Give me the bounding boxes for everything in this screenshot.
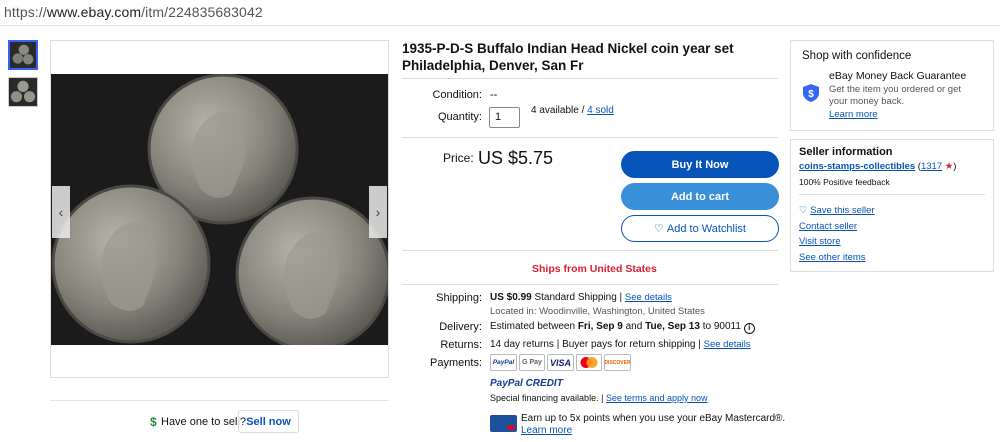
save-seller-link[interactable]: Save this seller (810, 205, 874, 216)
mastercard-card-icon (490, 415, 517, 432)
thumbnail-1[interactable] (8, 40, 38, 70)
seller-name-row: coins-stamps-collectibles (1317 ★) (799, 161, 957, 172)
info-icon[interactable]: i (743, 323, 755, 334)
visa-icon: VISA (547, 354, 574, 371)
divider (402, 78, 778, 79)
payments-label: Payments: (430, 357, 482, 369)
divider (402, 284, 778, 285)
previous-image-button[interactable]: ‹ (52, 186, 70, 238)
mastercard-icon (576, 354, 602, 371)
shield-icon: $ (803, 84, 819, 102)
contact-seller-link[interactable]: Contact seller (799, 221, 857, 232)
confidence-heading: Shop with confidence (802, 50, 912, 62)
mastercard-offer: Earn up to 5x points when you use your e… (521, 413, 786, 424)
sold-link[interactable]: 4 sold (587, 105, 614, 116)
guarantee-text: Get the item you ordered or get your mon… (829, 84, 962, 107)
divider (799, 194, 985, 195)
svg-text:$: $ (808, 89, 814, 100)
add-to-cart-button[interactable]: Add to cart (621, 183, 779, 210)
visit-store-link[interactable]: Visit store (799, 236, 841, 247)
confidence-learn-more[interactable]: Learn more (829, 109, 878, 120)
delivery-value: Estimated between Fri, Sep 9 and Tue, Se… (490, 321, 755, 334)
divider (402, 250, 778, 251)
positive-feedback: 100% Positive feedback (799, 177, 890, 187)
shipping-value: US $0.99 Standard Shipping | See details (490, 292, 672, 303)
mastercard-learn-more[interactable]: Learn more (521, 425, 572, 436)
seller-heading: Seller information (799, 146, 893, 158)
save-seller-row[interactable]: ♡ Save this seller (799, 205, 875, 216)
chevron-right-icon: › (375, 204, 381, 220)
watchlist-label: Add to Watchlist (666, 222, 746, 235)
coin-photo (51, 74, 388, 345)
paypal-credit-logo: PayPal CREDIT (490, 378, 563, 389)
returns-label: Returns: (440, 339, 482, 351)
shop-with-confidence-panel: Shop with confidence $ eBay Money Back G… (790, 40, 994, 131)
item-location: Located in: Woodinville, Washington, Uni… (490, 306, 705, 317)
price-label: Price: (443, 151, 474, 165)
shipping-label: Shipping: (436, 292, 482, 304)
financing-link[interactable]: See terms and apply now (606, 393, 708, 403)
seller-information-panel: Seller information coins-stamps-collecti… (790, 139, 994, 272)
ships-from: Ships from United States (532, 263, 657, 275)
quantity-input[interactable]: 1 (489, 107, 520, 128)
availability: 4 available / 4 sold (531, 105, 614, 116)
shipping-details-link[interactable]: See details (625, 292, 672, 303)
star-icon: ★ (944, 161, 954, 172)
item-title: 1935-P-D-S Buffalo Indian Head Nickel co… (402, 41, 734, 73)
delivery-label: Delivery: (439, 321, 482, 333)
feedback-score-link[interactable]: 1317 (921, 161, 942, 172)
returns-value: 14 day returns | Buyer pays for return s… (490, 339, 751, 350)
heart-icon: ♡ (799, 205, 808, 216)
sell-prompt-text: Have one to sell? (161, 416, 246, 428)
chevron-left-icon: ‹ (58, 204, 64, 220)
dollar-icon: $ (150, 415, 157, 429)
condition-value: -- (490, 89, 498, 101)
url-text: https://www.ebay.com/itm/224835683042 (4, 4, 263, 20)
guarantee-title: eBay Money Back Guarantee (829, 70, 967, 82)
next-image-button[interactable]: › (369, 186, 387, 238)
financing-text: Special financing available. | See terms… (490, 393, 708, 403)
price-value: US $5.75 (478, 148, 554, 168)
buy-it-now-button[interactable]: Buy It Now (621, 151, 779, 178)
main-image-panel: ‹ › (50, 40, 389, 378)
discover-icon: DISCOVER (604, 354, 631, 371)
seller-name-link[interactable]: coins-stamps-collectibles (799, 161, 915, 172)
add-to-watchlist-button[interactable]: ♡ Add to Watchlist (621, 215, 779, 242)
sell-now-button[interactable]: Sell now (238, 410, 299, 433)
address-bar[interactable]: https://www.ebay.com/itm/224835683042 (0, 0, 1000, 26)
google-pay-icon: G Pay (519, 354, 545, 371)
heart-icon: ♡ (654, 223, 664, 235)
thumbnail-2[interactable] (8, 77, 38, 107)
returns-details-link[interactable]: See details (704, 339, 751, 350)
paypal-icon: PayPal (490, 354, 517, 371)
divider (402, 137, 778, 138)
see-other-items-link[interactable]: See other items (799, 252, 866, 263)
sell-prompt: $ Have one to sell? Sell now (50, 400, 389, 440)
condition-label: Condition: (432, 89, 482, 101)
quantity-label: Quantity: (437, 111, 482, 123)
